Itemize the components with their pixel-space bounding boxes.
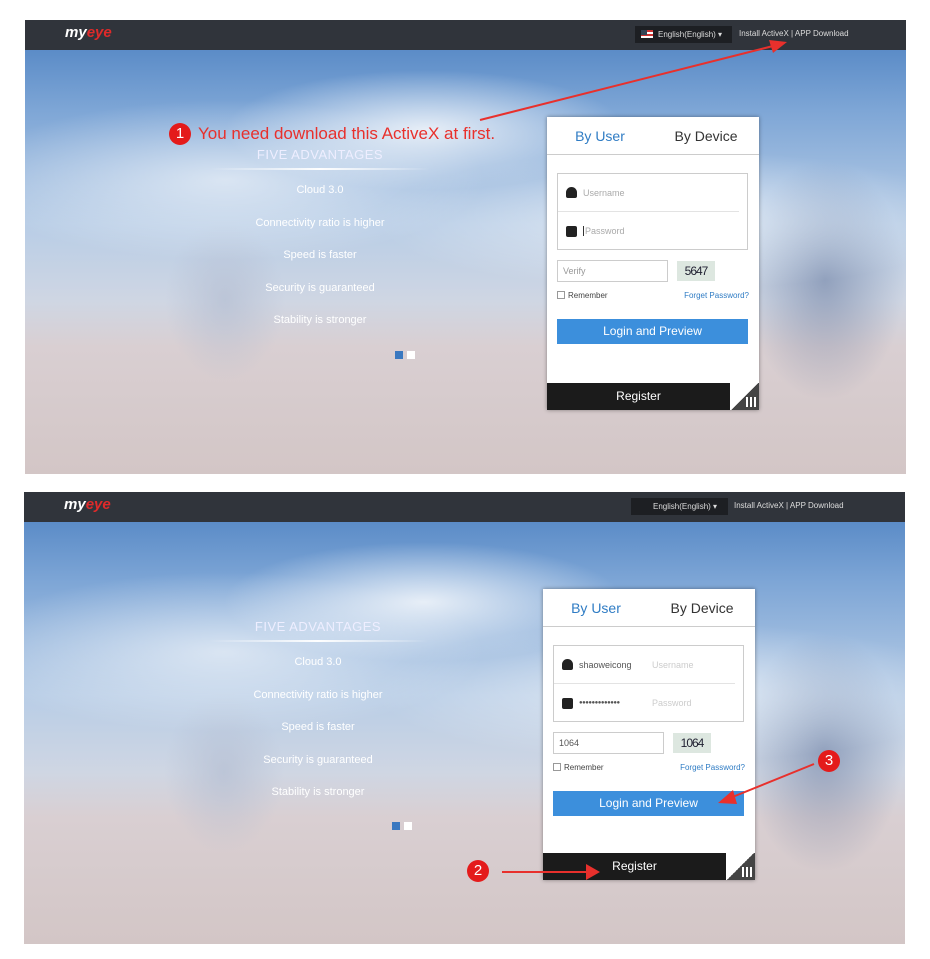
advantage-item: Speed is faster [283,249,357,261]
carousel-dots[interactable] [395,351,415,359]
app-download-link[interactable]: APP Download [790,501,844,510]
advantage-item: Cloud 3.0 [294,656,342,668]
advantages: FIVE ADVANTAGES Cloud 3.0 Connectivity r… [200,147,440,347]
password-placeholder: Password [652,698,692,708]
verify-input[interactable]: 1064 [553,732,664,754]
verify-input[interactable]: Verify [557,260,668,282]
tab-by-device[interactable]: By Device [653,117,759,154]
dot[interactable] [395,351,403,359]
annotation-1-badge: 1 [169,123,191,145]
advantage-item: Connectivity ratio is higher [253,688,383,701]
user-icon [562,659,573,670]
logo: myeye [64,496,111,513]
remember-label: Remember [568,291,608,300]
login-card: By User By Device Username Password Verif… [547,117,759,410]
dot[interactable] [407,351,415,359]
advantages-title: FIVE ADVANTAGES [256,147,384,162]
forget-password-link[interactable]: Forget Password? [684,291,749,300]
captcha-image[interactable]: 1064 [673,733,711,753]
remember-checkbox[interactable]: Remember [557,291,608,300]
annotation-arrows [502,763,815,880]
username-placeholder: Username [583,187,625,198]
advantage-item: Security is guaranteed [265,281,375,294]
advantage-item: Stability is stronger [273,314,367,326]
username-value: shaoweicong [579,659,632,670]
login-card: By User By Device shaoweicong Username ●●●… [543,589,755,880]
user-icon [566,187,577,198]
app-download-link[interactable]: APP Download [795,29,849,38]
separator: | [786,501,789,510]
password-input[interactable]: ●●●●●●●●●●●●● Password [554,684,743,722]
username-placeholder: Username [652,659,694,670]
advantage-item: Speed is faster [281,721,355,733]
language-select[interactable]: English(English) ▾ [631,498,728,515]
tab-by-device[interactable]: By Device [649,589,755,626]
remember-label: Remember [564,763,604,772]
separator: | [791,29,794,38]
register-button[interactable]: Register [543,853,726,880]
divider [210,168,430,170]
divider [208,640,428,642]
remember-checkbox[interactable]: Remember [553,763,604,772]
screenshot-before-login: myeye English(English) ▾ Install ActiveX… [25,20,906,474]
forget-password-link[interactable]: Forget Password? [680,763,745,772]
us-flag-icon [641,30,653,38]
password-value: ●●●●●●●●●●●●● [579,700,620,706]
advantage-item: Connectivity ratio is higher [255,216,385,229]
qr-code-icon[interactable] [730,383,759,410]
username-input[interactable]: Username [558,174,739,212]
dot[interactable] [392,822,400,830]
annotation-3-badge: 3 [818,750,840,772]
logo: myeye [65,24,112,41]
register-button[interactable]: Register [547,383,730,410]
top-bar: myeye English(English) ▾ Install ActiveX… [24,492,905,522]
login-button[interactable]: Login and Preview [557,319,748,344]
install-activex-link[interactable]: Install ActiveX [734,501,784,510]
password-placeholder: Password [583,226,625,236]
language-label: English(English) [658,30,716,39]
screenshot-filled-login: myeye English(English) ▾ Install ActiveX… [24,492,905,944]
advantages: FIVE ADVANTAGES Cloud 3.0 Connectivity r… [198,619,438,819]
carousel-dots[interactable] [392,822,412,830]
language-select[interactable]: English(English) ▾ [635,26,732,43]
tab-by-user[interactable]: By User [547,117,653,154]
annotation-2-badge: 2 [467,860,489,882]
captcha-image[interactable]: 5647 [677,261,715,281]
language-label: English(English) [653,502,711,511]
username-input[interactable]: shaoweicong Username [554,646,735,684]
advantage-item: Stability is stronger [271,786,365,798]
advantage-item: Security is guaranteed [263,753,373,766]
install-activex-link[interactable]: Install ActiveX [739,29,789,38]
lock-icon [566,225,577,237]
advantage-item: Cloud 3.0 [296,184,344,196]
password-input[interactable]: Password [558,212,747,250]
tab-by-user[interactable]: By User [543,589,649,626]
top-bar: myeye English(English) ▾ Install ActiveX… [25,20,906,50]
dot[interactable] [404,822,412,830]
login-button[interactable]: Login and Preview [553,791,744,816]
qr-code-icon[interactable] [726,853,755,880]
annotation-arrow [479,40,787,121]
advantages-title: FIVE ADVANTAGES [254,619,382,634]
lock-icon [562,697,573,709]
annotation-text: You need download this ActiveX at first. [198,124,496,143]
